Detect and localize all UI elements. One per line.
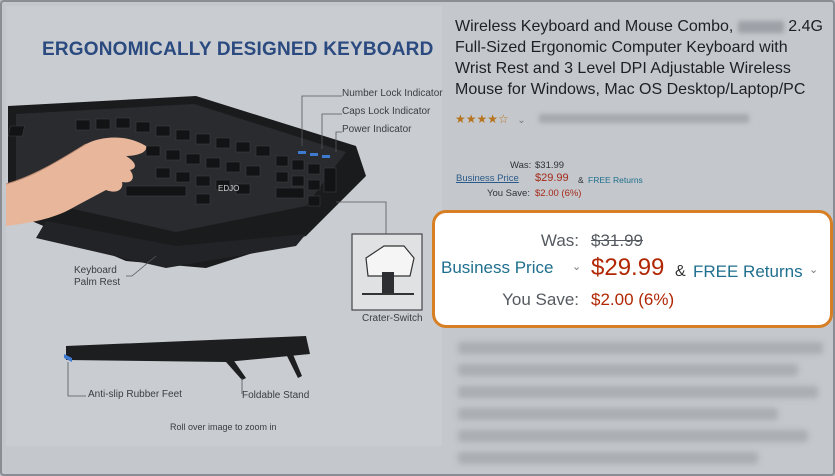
- callout-palm-rest-line1: Keyboard: [74, 265, 117, 276]
- product-info: Wireless Keyboard and Mouse Combo, 2.4G …: [455, 16, 825, 126]
- product-title-line1: Wireless Keyboard and Mouse Combo,: [455, 18, 734, 35]
- callout-number-lock: Number Lock Indicator: [342, 88, 443, 99]
- callout-power: Power Indicator: [342, 124, 412, 135]
- small-amp: &: [578, 175, 584, 185]
- redacted-review-count: [539, 114, 749, 123]
- callout-foldable-stand: Foldable Stand: [242, 390, 310, 401]
- rating-chevron-icon[interactable]: ⌄: [517, 115, 525, 126]
- product-image[interactable]: ERGONOMICALLY DESIGNED KEYBOARD Number L…: [6, 6, 443, 446]
- small-was-value: $31.99: [535, 160, 565, 171]
- price-highlight-box: Was: $31.99 Business Price ⌄ $29.99 & FR…: [432, 210, 833, 328]
- star-rating-icon[interactable]: ★★★★☆: [455, 112, 509, 126]
- was-label: Was:: [540, 231, 579, 250]
- small-save-value: $2.00 (6%): [535, 188, 582, 199]
- callout-caps-lock: Caps Lock Indicator: [342, 106, 431, 117]
- product-title[interactable]: Wireless Keyboard and Mouse Combo, 2.4G …: [455, 16, 825, 100]
- callout-crater-switch: Crater-Switch: [362, 313, 423, 324]
- redacted-brand: [737, 20, 784, 33]
- current-price: $29.99: [591, 254, 665, 281]
- redacted-text-line: [458, 408, 778, 420]
- keyboard-illustration: [6, 95, 423, 397]
- redacted-text-line: [458, 452, 758, 464]
- zoom-hint: Roll over image to zoom in: [170, 422, 277, 432]
- you-save-label: You Save:: [502, 290, 579, 309]
- callout-anti-slip: Anti-slip Rubber Feet: [88, 389, 182, 400]
- free-returns-link[interactable]: FREE Returns: [693, 262, 803, 282]
- rating-row[interactable]: ★★★★☆ ⌄: [455, 110, 825, 126]
- small-price: $29.99: [535, 172, 569, 184]
- screenshot-frame: ERGONOMICALLY DESIGNED KEYBOARD Number L…: [0, 0, 835, 476]
- was-value: $31.99: [591, 231, 643, 250]
- redacted-text-line: [458, 364, 798, 376]
- small-was-label: Was:: [510, 160, 532, 171]
- small-save-label: You Save:: [487, 188, 530, 199]
- business-price-link[interactable]: Business Price: [441, 258, 553, 278]
- callout-palm-rest-line2: Palm Rest: [74, 277, 121, 288]
- ampersand: &: [675, 263, 686, 280]
- brand-logo: EDJO: [218, 184, 240, 193]
- small-free-returns[interactable]: FREE Returns: [588, 175, 643, 185]
- redacted-text-line: [458, 430, 808, 442]
- business-price-chevron-icon[interactable]: ⌄: [572, 260, 581, 273]
- redacted-text-line: [458, 342, 823, 354]
- redacted-text-line: [458, 386, 818, 398]
- you-save-value: $2.00 (6%): [591, 290, 675, 309]
- small-business-price-link[interactable]: Business Price: [456, 173, 519, 184]
- free-returns-chevron-icon[interactable]: ⌄: [809, 263, 818, 276]
